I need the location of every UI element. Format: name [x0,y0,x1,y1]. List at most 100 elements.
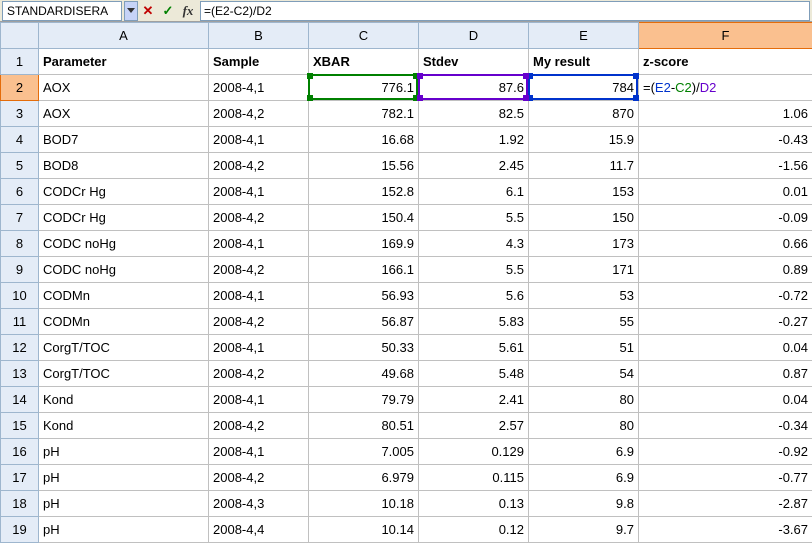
cell[interactable]: 11.7 [529,153,639,179]
row-header[interactable]: 1 [1,49,39,75]
cell[interactable]: 5.6 [419,283,529,309]
cell[interactable]: 15.56 [309,153,419,179]
cell[interactable]: 51 [529,335,639,361]
cell[interactable]: 16.68 [309,127,419,153]
cell[interactable]: 166.1 [309,257,419,283]
row-header[interactable]: 8 [1,231,39,257]
name-box[interactable]: STANDARDISERA [2,1,122,21]
cell[interactable]: 2.41 [419,387,529,413]
cell[interactable]: BOD8 [39,153,209,179]
cell[interactable]: 0.01 [639,179,812,205]
cell[interactable]: CorgT/TOC [39,335,209,361]
cell[interactable]: 80 [529,387,639,413]
cell[interactable]: Parameter [39,49,209,75]
cell[interactable]: 152.8 [309,179,419,205]
cell[interactable]: CODCr Hg [39,179,209,205]
cell[interactable]: 55 [529,309,639,335]
row-header[interactable]: 15 [1,413,39,439]
cell[interactable]: 2008-4,2 [209,309,309,335]
cell[interactable]: 54 [529,361,639,387]
cell[interactable]: 776.1 [309,75,419,101]
row-header[interactable]: 6 [1,179,39,205]
cell[interactable]: pH [39,465,209,491]
cell[interactable]: 2008-4,1 [209,179,309,205]
cell[interactable]: 0.04 [639,387,812,413]
col-header-A[interactable]: A [39,23,209,49]
cell[interactable]: 49.68 [309,361,419,387]
cell[interactable]: 10.14 [309,517,419,543]
row-header[interactable]: 3 [1,101,39,127]
row-header[interactable]: 11 [1,309,39,335]
cell[interactable]: -2.87 [639,491,812,517]
cell[interactable]: 5.48 [419,361,529,387]
cell[interactable]: 0.129 [419,439,529,465]
cell[interactable]: CODC noHg [39,231,209,257]
insert-function-button[interactable]: fx [179,2,197,20]
cell[interactable]: 82.5 [419,101,529,127]
cell[interactable]: 153 [529,179,639,205]
col-header-C[interactable]: C [309,23,419,49]
cell[interactable]: Kond [39,413,209,439]
cell[interactable]: 1.92 [419,127,529,153]
editing-cell[interactable]: =(E2-C2)/D2 [639,75,812,101]
cell[interactable]: 6.9 [529,465,639,491]
cell[interactable]: 0.66 [639,231,812,257]
cell[interactable]: -0.92 [639,439,812,465]
cell[interactable]: 9.8 [529,491,639,517]
cell[interactable]: 2008-4,1 [209,335,309,361]
cell[interactable]: 2008-4,2 [209,361,309,387]
row-header[interactable]: 13 [1,361,39,387]
cell[interactable]: BOD7 [39,127,209,153]
cell[interactable]: 150.4 [309,205,419,231]
cell[interactable]: Stdev [419,49,529,75]
select-all-corner[interactable] [1,23,39,49]
cell[interactable]: 2008-4,4 [209,517,309,543]
cell[interactable]: 171 [529,257,639,283]
cell[interactable]: CorgT/TOC [39,361,209,387]
row-header[interactable]: 9 [1,257,39,283]
cell[interactable]: 5.83 [419,309,529,335]
cell[interactable]: 5.61 [419,335,529,361]
cell[interactable]: 173 [529,231,639,257]
cell[interactable]: 6.9 [529,439,639,465]
row-header[interactable]: 14 [1,387,39,413]
cell[interactable]: Kond [39,387,209,413]
cell[interactable]: -0.77 [639,465,812,491]
cell[interactable]: My result [529,49,639,75]
row-header[interactable]: 2 [1,75,39,101]
name-box-dropdown[interactable] [124,1,138,21]
cell[interactable]: -0.27 [639,309,812,335]
spreadsheet-grid[interactable]: A B C D E F 1ParameterSampleXBARStdevMy … [0,22,812,543]
col-header-F[interactable]: F [639,23,812,49]
cell[interactable]: CODMn [39,309,209,335]
cell[interactable]: -3.67 [639,517,812,543]
cancel-button[interactable]: ✕ [139,2,157,20]
cell[interactable]: AOX [39,75,209,101]
formula-input[interactable]: =(E2-C2)/D2 [200,1,810,21]
cell[interactable]: 80 [529,413,639,439]
cell[interactable]: 50.33 [309,335,419,361]
row-header[interactable]: 4 [1,127,39,153]
cell[interactable]: 80.51 [309,413,419,439]
cell[interactable]: 0.115 [419,465,529,491]
cell[interactable]: 2008-4,1 [209,75,309,101]
cell[interactable]: 2008-4,2 [209,465,309,491]
cell[interactable]: 79.79 [309,387,419,413]
cell[interactable]: 784 [529,75,639,101]
cell[interactable]: 87.6 [419,75,529,101]
cell[interactable]: 0.04 [639,335,812,361]
cell[interactable]: 2008-4,1 [209,387,309,413]
cell[interactable]: 53 [529,283,639,309]
cell[interactable]: 0.87 [639,361,812,387]
cell[interactable]: pH [39,517,209,543]
cell[interactable]: CODC noHg [39,257,209,283]
cell[interactable]: 2008-4,1 [209,439,309,465]
cell[interactable]: 2008-4,1 [209,283,309,309]
cell[interactable]: -0.72 [639,283,812,309]
row-header[interactable]: 7 [1,205,39,231]
cell[interactable]: z-score [639,49,812,75]
row-header[interactable]: 19 [1,517,39,543]
cell[interactable]: 2008-4,3 [209,491,309,517]
cell[interactable]: pH [39,439,209,465]
cell[interactable]: 15.9 [529,127,639,153]
